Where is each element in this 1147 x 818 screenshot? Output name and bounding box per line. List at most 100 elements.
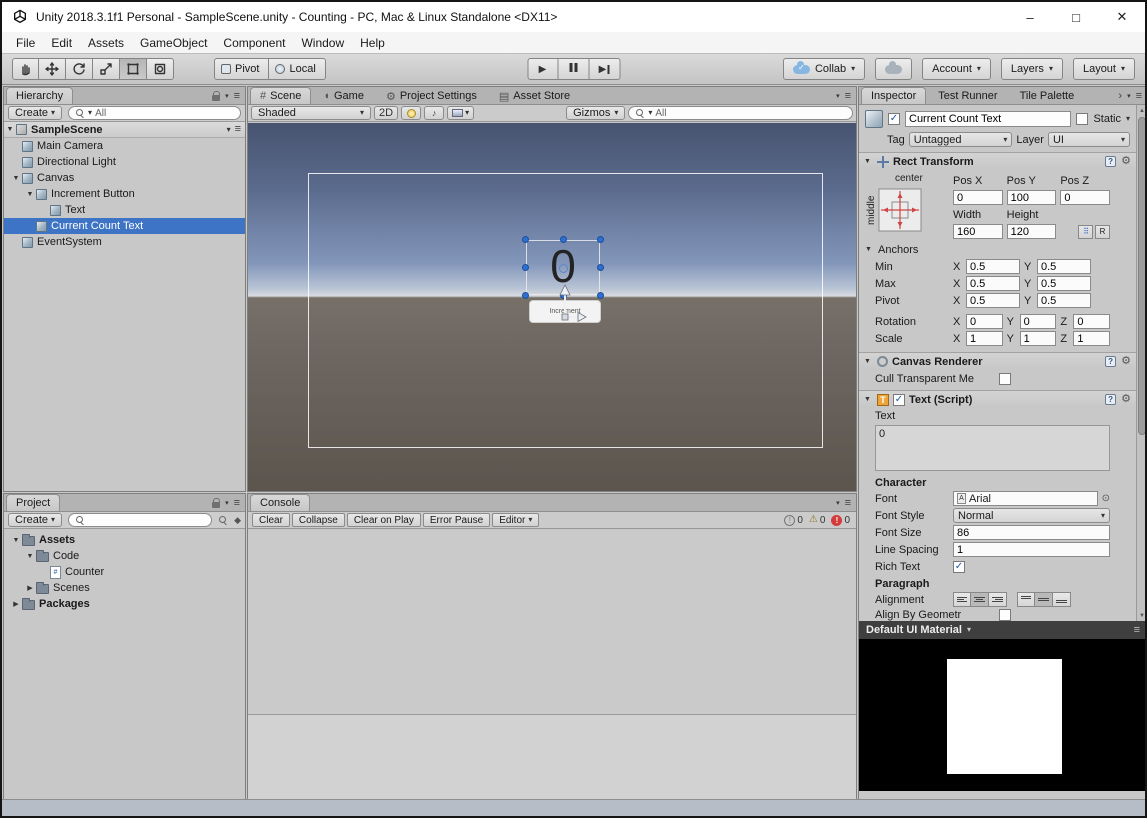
height-field[interactable] bbox=[1007, 224, 1057, 239]
hierarchy-item-eventsystem[interactable]: EventSystem bbox=[4, 234, 245, 250]
menu-assets[interactable]: Assets bbox=[80, 32, 132, 53]
chevron-down-icon[interactable]: ▾ bbox=[225, 93, 229, 100]
chevron-down-icon[interactable]: ▾ bbox=[836, 500, 840, 507]
rect-handle-bottom-left[interactable] bbox=[522, 292, 529, 299]
tab-console[interactable]: Console bbox=[250, 494, 310, 511]
scene-menu-icon[interactable]: ≡ bbox=[235, 124, 241, 135]
project-search[interactable] bbox=[68, 513, 212, 527]
menu-file[interactable]: File bbox=[8, 32, 43, 53]
rect-handle-top-center[interactable] bbox=[560, 236, 567, 243]
pos-x-field[interactable] bbox=[953, 190, 1003, 205]
scene-search[interactable]: ▾ bbox=[628, 106, 853, 120]
anchor-min-x-field[interactable] bbox=[966, 259, 1020, 274]
foldout-open-icon[interactable]: ▼ bbox=[24, 553, 36, 560]
rich-text-checkbox[interactable]: ✓ bbox=[953, 561, 965, 573]
chevron-down-icon[interactable]: ▾ bbox=[1127, 93, 1131, 100]
panel-menu-icon[interactable]: ≡ bbox=[845, 498, 851, 509]
clear-on-play-button[interactable]: Clear on Play bbox=[347, 513, 421, 527]
gear-icon[interactable]: ⚙ bbox=[1121, 356, 1131, 367]
pivot-x-field[interactable] bbox=[966, 293, 1020, 308]
scroll-up-icon[interactable]: ▲ bbox=[1137, 105, 1147, 116]
text-enabled-checkbox[interactable]: ✓ bbox=[893, 394, 905, 406]
2d-toggle-button[interactable]: 2D bbox=[374, 106, 398, 120]
scene-search-input[interactable] bbox=[655, 108, 846, 119]
editor-dropdown[interactable]: Editor ▾ bbox=[492, 513, 539, 527]
rotation-x-field[interactable] bbox=[966, 314, 1003, 329]
maximize-button[interactable]: □ bbox=[1053, 2, 1099, 32]
active-checkbox[interactable]: ✓ bbox=[888, 113, 900, 125]
pivot-toggle-button[interactable]: Pivot bbox=[214, 58, 269, 80]
tab-project[interactable]: Project bbox=[6, 494, 60, 511]
static-checkbox[interactable]: ✓ bbox=[1076, 113, 1088, 125]
chevron-down-icon[interactable]: ▾ bbox=[225, 500, 229, 507]
rotation-z-field[interactable] bbox=[1073, 314, 1110, 329]
rotate-tool-button[interactable] bbox=[66, 58, 93, 80]
hierarchy-item-directional-light[interactable]: Directional Light bbox=[4, 154, 245, 170]
warning-filter-toggle[interactable]: ⚠ 0 bbox=[809, 515, 826, 526]
inspector-scrollbar[interactable]: ▲ ▼ bbox=[1136, 105, 1147, 621]
anchor-min-y-field[interactable] bbox=[1037, 259, 1091, 274]
scale-z-field[interactable] bbox=[1073, 331, 1110, 346]
chevron-down-icon[interactable]: ▾ bbox=[836, 93, 840, 100]
step-button[interactable]: ▶ bbox=[589, 58, 620, 80]
foldout-open-icon[interactable]: ▼ bbox=[24, 191, 36, 198]
line-spacing-field[interactable] bbox=[953, 542, 1110, 557]
foldout-closed-icon[interactable]: ▶ bbox=[10, 600, 22, 608]
menu-edit[interactable]: Edit bbox=[43, 32, 80, 53]
font-style-dropdown[interactable]: Normal ▾ bbox=[953, 508, 1110, 523]
hierarchy-item-main-camera[interactable]: Main Camera bbox=[4, 138, 245, 154]
layers-dropdown[interactable]: Layers ▾ bbox=[1001, 58, 1063, 80]
foldout-open-icon[interactable]: ▼ bbox=[10, 175, 22, 182]
scale-x-field[interactable] bbox=[966, 331, 1003, 346]
layer-dropdown[interactable]: UI ▾ bbox=[1048, 132, 1130, 147]
tab-asset-store[interactable]: ▤ Asset Store bbox=[489, 87, 580, 104]
search-by-label-icon[interactable]: ◆ bbox=[234, 515, 241, 526]
foldout-open-icon[interactable]: ▼ bbox=[864, 358, 873, 365]
panel-menu-icon[interactable]: ≡ bbox=[234, 498, 240, 509]
hierarchy-item-increment-button[interactable]: ▼ Increment Button bbox=[4, 186, 245, 202]
canvas-renderer-header[interactable]: ▼ Canvas Renderer ? ⚙ bbox=[859, 352, 1136, 370]
move-gizmo-icon[interactable] bbox=[542, 281, 588, 327]
rect-tool-button[interactable] bbox=[120, 58, 147, 80]
gizmos-dropdown[interactable]: Gizmos ▾ bbox=[566, 106, 625, 120]
scene-header-row[interactable]: ▼ SampleScene ▾ ≡ bbox=[4, 122, 245, 138]
hierarchy-item-current-count-text[interactable]: Current Count Text bbox=[4, 218, 245, 234]
audio-toggle-button[interactable]: ♪ bbox=[424, 106, 444, 120]
raw-edit-mode-button[interactable]: R bbox=[1095, 225, 1110, 239]
panel-menu-icon[interactable]: ≡ bbox=[845, 91, 851, 102]
minimize-button[interactable]: – bbox=[1007, 2, 1053, 32]
help-icon[interactable]: ? bbox=[1105, 356, 1116, 367]
menu-gameobject[interactable]: GameObject bbox=[132, 32, 215, 53]
effects-dropdown[interactable]: ▾ bbox=[447, 106, 474, 120]
rect-handle-top-right[interactable] bbox=[597, 236, 604, 243]
collapse-button[interactable]: Collapse bbox=[292, 513, 345, 527]
lighting-toggle-button[interactable] bbox=[401, 106, 421, 120]
tab-scene[interactable]: # Scene bbox=[250, 87, 311, 104]
project-item-counter[interactable]: # Counter bbox=[4, 564, 245, 580]
anchors-foldout[interactable]: ▼ Anchors bbox=[859, 241, 1136, 258]
align-by-geometry-checkbox[interactable]: ✓ bbox=[999, 609, 1011, 621]
panel-menu-icon[interactable]: ≡ bbox=[1136, 91, 1142, 102]
project-item-assets[interactable]: ▼ Assets bbox=[4, 532, 245, 548]
hierarchy-create-button[interactable]: Create ▾ bbox=[8, 106, 62, 120]
align-bottom-button[interactable] bbox=[1053, 592, 1071, 607]
material-preview-area[interactable] bbox=[859, 639, 1147, 791]
rect-handle-bottom-right[interactable] bbox=[597, 292, 604, 299]
tab-game[interactable]: ◖ Game bbox=[313, 87, 374, 104]
move-tool-button[interactable] bbox=[39, 58, 66, 80]
foldout-open-icon[interactable]: ▼ bbox=[10, 537, 22, 544]
hierarchy-item-canvas[interactable]: ▼ Canvas bbox=[4, 170, 245, 186]
tab-tile-palette[interactable]: Tile Palette bbox=[1010, 87, 1085, 104]
anchor-max-y-field[interactable] bbox=[1037, 276, 1091, 291]
foldout-closed-icon[interactable]: ▶ bbox=[24, 584, 36, 592]
tag-dropdown[interactable]: Untagged ▾ bbox=[909, 132, 1013, 147]
font-size-field[interactable] bbox=[953, 525, 1110, 540]
more-tabs-icon[interactable]: › bbox=[1118, 90, 1122, 102]
text-script-header[interactable]: ▼ T ✓ Text (Script) ? ⚙ bbox=[859, 390, 1136, 408]
align-top-button[interactable] bbox=[1017, 592, 1035, 607]
align-center-button[interactable] bbox=[971, 592, 989, 607]
pivot-y-field[interactable] bbox=[1037, 293, 1091, 308]
gear-icon[interactable]: ⚙ bbox=[1121, 394, 1131, 405]
tab-project-settings[interactable]: ⚙ Project Settings bbox=[376, 87, 487, 104]
layout-dropdown[interactable]: Layout ▾ bbox=[1073, 58, 1135, 80]
